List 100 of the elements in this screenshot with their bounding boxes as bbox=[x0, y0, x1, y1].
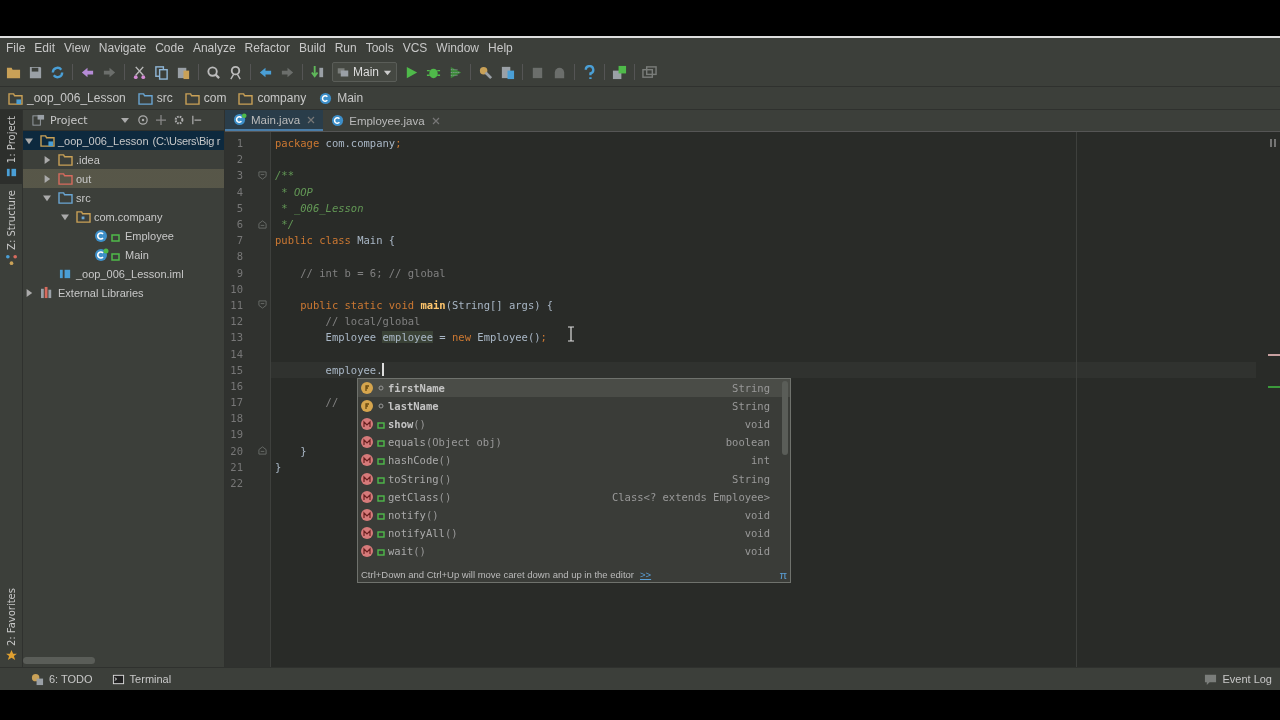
line-number: 12 bbox=[229, 315, 243, 328]
sync-icon[interactable] bbox=[50, 64, 65, 80]
menu-item[interactable]: Edit bbox=[34, 41, 56, 55]
copy-icon[interactable] bbox=[154, 64, 169, 80]
change-marker[interactable] bbox=[1268, 386, 1280, 388]
tree-item[interactable]: src bbox=[23, 188, 224, 207]
menu-item[interactable]: Run bbox=[334, 41, 357, 55]
run-icon[interactable] bbox=[404, 64, 419, 80]
expand-arrow-icon[interactable] bbox=[43, 174, 51, 183]
fold-marker-icon[interactable] bbox=[258, 300, 267, 310]
folder-icon bbox=[76, 210, 91, 223]
method-icon bbox=[360, 453, 388, 468]
sdk-manager-icon[interactable] bbox=[612, 64, 627, 80]
menu-item[interactable]: File bbox=[6, 41, 26, 55]
editor-tab[interactable]: Employee.java bbox=[323, 110, 448, 131]
tool-window-tab[interactable]: Z: Structure bbox=[0, 184, 22, 272]
completion-item[interactable]: lastName String bbox=[358, 397, 790, 416]
tree-item[interactable]: .idea bbox=[23, 150, 224, 169]
menu-item[interactable]: Refactor bbox=[244, 41, 290, 55]
completion-item[interactable]: getClass() Class<? extends Employee> bbox=[358, 487, 790, 506]
scrollbar-thumb[interactable] bbox=[782, 381, 788, 455]
menu-item[interactable]: View bbox=[64, 41, 90, 55]
more-link[interactable]: >> bbox=[640, 569, 652, 581]
scrollbar-thumb[interactable] bbox=[23, 657, 95, 664]
close-icon[interactable] bbox=[431, 116, 440, 125]
completion-item[interactable]: toString() String bbox=[358, 469, 790, 488]
tree-item[interactable]: com.company bbox=[23, 207, 224, 226]
settings-icon[interactable] bbox=[174, 115, 184, 125]
menu-item[interactable]: Window bbox=[436, 41, 480, 55]
menu-item[interactable]: Code bbox=[155, 41, 184, 55]
fold-marker-icon[interactable] bbox=[258, 219, 267, 229]
expand-arrow-icon[interactable] bbox=[25, 288, 33, 297]
line-number: 6 bbox=[235, 218, 243, 231]
collapse-arrow-icon[interactable] bbox=[25, 136, 33, 145]
completion-item[interactable]: hashCode() int bbox=[358, 451, 790, 470]
completion-item[interactable]: notifyAll() void bbox=[358, 523, 790, 542]
menu-item[interactable]: VCS bbox=[402, 41, 428, 55]
completion-item[interactable]: wait() void bbox=[358, 541, 790, 560]
expand-arrow-icon[interactable] bbox=[43, 155, 51, 164]
menu-item[interactable]: Tools bbox=[365, 41, 394, 55]
collapse-arrow-icon[interactable] bbox=[61, 212, 69, 221]
hint-text: Ctrl+Down and Ctrl+Up will move caret down and up in the editor bbox=[361, 569, 634, 581]
search-icon[interactable] bbox=[206, 64, 221, 80]
run-configuration-dropdown[interactable]: Main bbox=[332, 62, 397, 82]
replace-icon[interactable] bbox=[228, 64, 243, 80]
menu-item[interactable]: Navigate bbox=[98, 41, 147, 55]
fold-marker-icon[interactable] bbox=[258, 170, 267, 180]
pi-symbol[interactable]: π bbox=[779, 568, 787, 581]
line-number: 11 bbox=[229, 298, 243, 311]
event-log-button[interactable]: Event Log bbox=[1203, 672, 1272, 686]
line-number: 13 bbox=[229, 331, 243, 344]
help-icon[interactable] bbox=[582, 64, 597, 80]
editor-tab[interactable]: Main.java bbox=[225, 110, 324, 131]
breadcrumb-item[interactable]: Main bbox=[318, 91, 364, 105]
code-line: /** bbox=[275, 169, 294, 182]
hide-panel-icon[interactable] bbox=[192, 115, 202, 125]
tool-window-button[interactable]: 6: TODO bbox=[30, 672, 93, 686]
tool-window-tab[interactable]: 1: Project bbox=[0, 110, 22, 185]
menu-item[interactable]: Analyze bbox=[192, 41, 236, 55]
line-number: 2 bbox=[235, 153, 243, 166]
completion-item[interactable]: firstName String bbox=[358, 379, 790, 398]
menu-item[interactable]: Build bbox=[298, 41, 326, 55]
collapse-arrow-icon[interactable] bbox=[43, 193, 51, 202]
breadcrumb-item[interactable]: company bbox=[238, 91, 307, 105]
breadcrumb-item[interactable]: src bbox=[137, 91, 173, 105]
tree-item[interactable]: Employee bbox=[23, 226, 224, 245]
folder-icon bbox=[58, 153, 73, 166]
build-icon[interactable] bbox=[310, 64, 325, 80]
settings-icon[interactable] bbox=[478, 64, 493, 80]
project-structure-icon[interactable] bbox=[500, 64, 515, 80]
window-icon[interactable] bbox=[642, 64, 657, 80]
tree-item[interactable]: out bbox=[23, 169, 224, 188]
dropdown-caret-icon[interactable] bbox=[120, 115, 130, 125]
tool-window-button[interactable]: Terminal bbox=[110, 672, 172, 686]
completion-item[interactable]: notify() void bbox=[358, 505, 790, 524]
tool-window-tab[interactable]: 2: Favorites bbox=[0, 581, 22, 667]
tree-item[interactable]: _oop_006_Lesson.iml bbox=[23, 264, 224, 283]
line-number: 18 bbox=[229, 412, 243, 425]
folder-icon bbox=[40, 134, 55, 147]
folder-icon bbox=[58, 172, 73, 185]
speech-bubble-icon bbox=[1203, 672, 1219, 686]
breadcrumb-item[interactable]: _oop_006_Lesson bbox=[8, 91, 126, 105]
scroll-from-source-icon[interactable] bbox=[138, 115, 148, 125]
tree-item[interactable]: Main bbox=[23, 245, 224, 264]
tree-item[interactable]: _oop_006_Lesson (C:\Users\Big r bbox=[23, 131, 224, 150]
fold-marker-icon[interactable] bbox=[258, 446, 267, 456]
cut-icon[interactable] bbox=[132, 64, 147, 80]
collapse-all-icon[interactable] bbox=[156, 115, 166, 125]
class-icon bbox=[318, 91, 334, 105]
breadcrumb-item[interactable]: com bbox=[184, 91, 227, 105]
tree-item[interactable]: External Libraries bbox=[23, 283, 224, 302]
close-icon[interactable] bbox=[307, 115, 316, 124]
coverage-icon[interactable] bbox=[448, 64, 463, 80]
completion-item[interactable]: show() void bbox=[358, 415, 790, 434]
save-icon[interactable] bbox=[28, 64, 43, 80]
folder-icon bbox=[58, 191, 73, 204]
completion-item[interactable]: equals(Object obj) boolean bbox=[358, 433, 790, 452]
error-marker[interactable] bbox=[1268, 354, 1280, 356]
method-icon bbox=[360, 507, 388, 522]
menu-item[interactable]: Help bbox=[488, 41, 513, 55]
